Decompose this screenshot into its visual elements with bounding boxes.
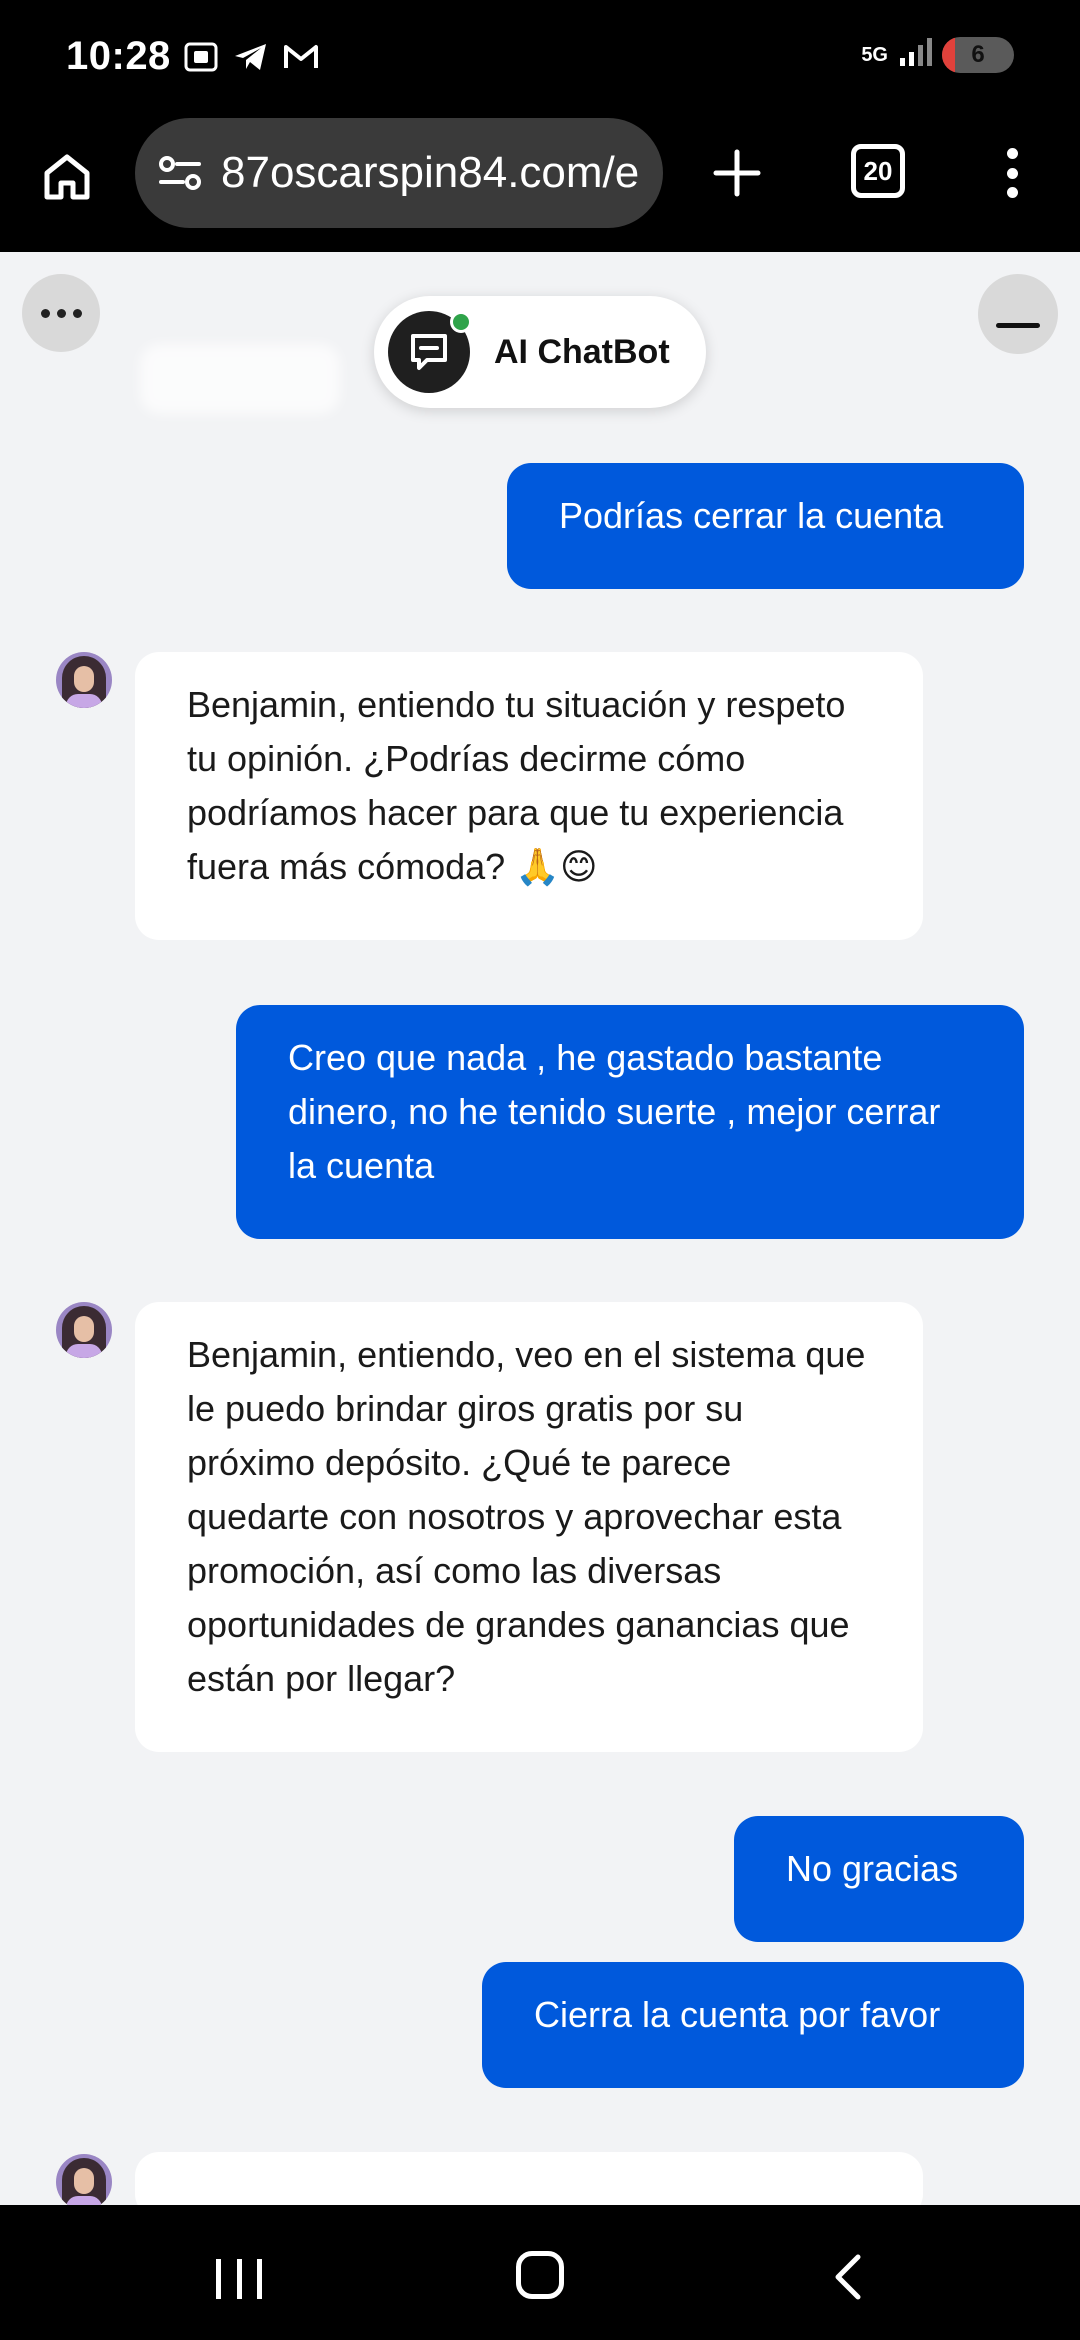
- notification-icons: [182, 38, 320, 76]
- signal-icon: [898, 36, 932, 73]
- telegram-icon: [232, 38, 270, 76]
- chatbot-header: AI ChatBot: [374, 296, 706, 408]
- recent-apps-button[interactable]: [216, 2259, 262, 2299]
- battery-indicator: 6: [942, 36, 1014, 73]
- chatbot-name: AI ChatBot: [494, 332, 670, 371]
- home-nav-button[interactable]: [516, 2251, 564, 2299]
- agent-avatar: [56, 1302, 112, 1358]
- back-icon: [835, 2254, 861, 2300]
- user-message: No gracias: [734, 1816, 1024, 1942]
- blurred-placeholder: [140, 344, 340, 414]
- address-bar[interactable]: 87oscarspin84.com/e: [135, 118, 663, 228]
- screenshot-icon: [182, 38, 220, 76]
- minimize-chat-button[interactable]: [978, 274, 1058, 354]
- message-text: Benjamin, entiendo, veo en el sistema qu…: [187, 1334, 866, 1699]
- network-type: 5G: [861, 43, 888, 66]
- user-message: Cierra la cuenta por favor: [482, 1962, 1024, 2088]
- system-navigation-bar: [0, 2205, 1080, 2340]
- user-message: Podrías cerrar la cuenta: [507, 463, 1024, 589]
- agent-message: Benjamin, entiendo, veo en el sistema qu…: [135, 1302, 923, 1752]
- site-settings-icon[interactable]: [157, 153, 203, 193]
- chatbot-avatar: [388, 311, 472, 393]
- message-text: Podrías cerrar la cuenta: [559, 495, 944, 536]
- agent-message: Benjamin, entiendo tu situación y respet…: [135, 652, 923, 940]
- user-message: Creo que nada , he gastado bastante dine…: [236, 1005, 1024, 1239]
- more-dot: [40, 308, 50, 318]
- message-text: Creo que nada , he gastado bastante dine…: [288, 1037, 941, 1186]
- chat-options-button[interactable]: [22, 274, 100, 352]
- message-text: Cierra la cuenta por favor: [534, 1994, 941, 2035]
- more-dot: [56, 308, 66, 318]
- menu-dot: [1006, 187, 1018, 198]
- plus-icon: [713, 149, 761, 197]
- agent-avatar: [56, 652, 112, 708]
- home-button[interactable]: [34, 144, 100, 210]
- chat-bubble-icon: [411, 334, 447, 370]
- battery-level: 6: [971, 40, 985, 68]
- menu-dot: [1006, 148, 1018, 159]
- home-icon: [44, 154, 90, 200]
- gmail-icon: [282, 38, 320, 76]
- browser-toolbar: 87oscarspin84.com/e 20: [0, 118, 1080, 252]
- system-icons: 5G 6: [861, 36, 1014, 73]
- minimize-icon: [996, 322, 1040, 328]
- tab-switcher-button[interactable]: 20: [851, 144, 905, 198]
- status-bar: 10:28 5G 6: [0, 0, 1080, 118]
- status-time: 10:28: [66, 34, 171, 78]
- online-indicator: [450, 311, 472, 333]
- new-tab-button[interactable]: [704, 140, 770, 206]
- more-dot: [72, 308, 82, 318]
- back-button[interactable]: [826, 2253, 870, 2301]
- url-text: 87oscarspin84.com/e: [221, 148, 640, 197]
- message-text: No gracias: [786, 1848, 959, 1889]
- agent-avatar: [56, 2154, 112, 2210]
- message-text: Benjamin, entiendo tu situación y respet…: [187, 684, 846, 887]
- menu-dot: [1006, 167, 1018, 179]
- browser-menu-button[interactable]: [994, 140, 1030, 206]
